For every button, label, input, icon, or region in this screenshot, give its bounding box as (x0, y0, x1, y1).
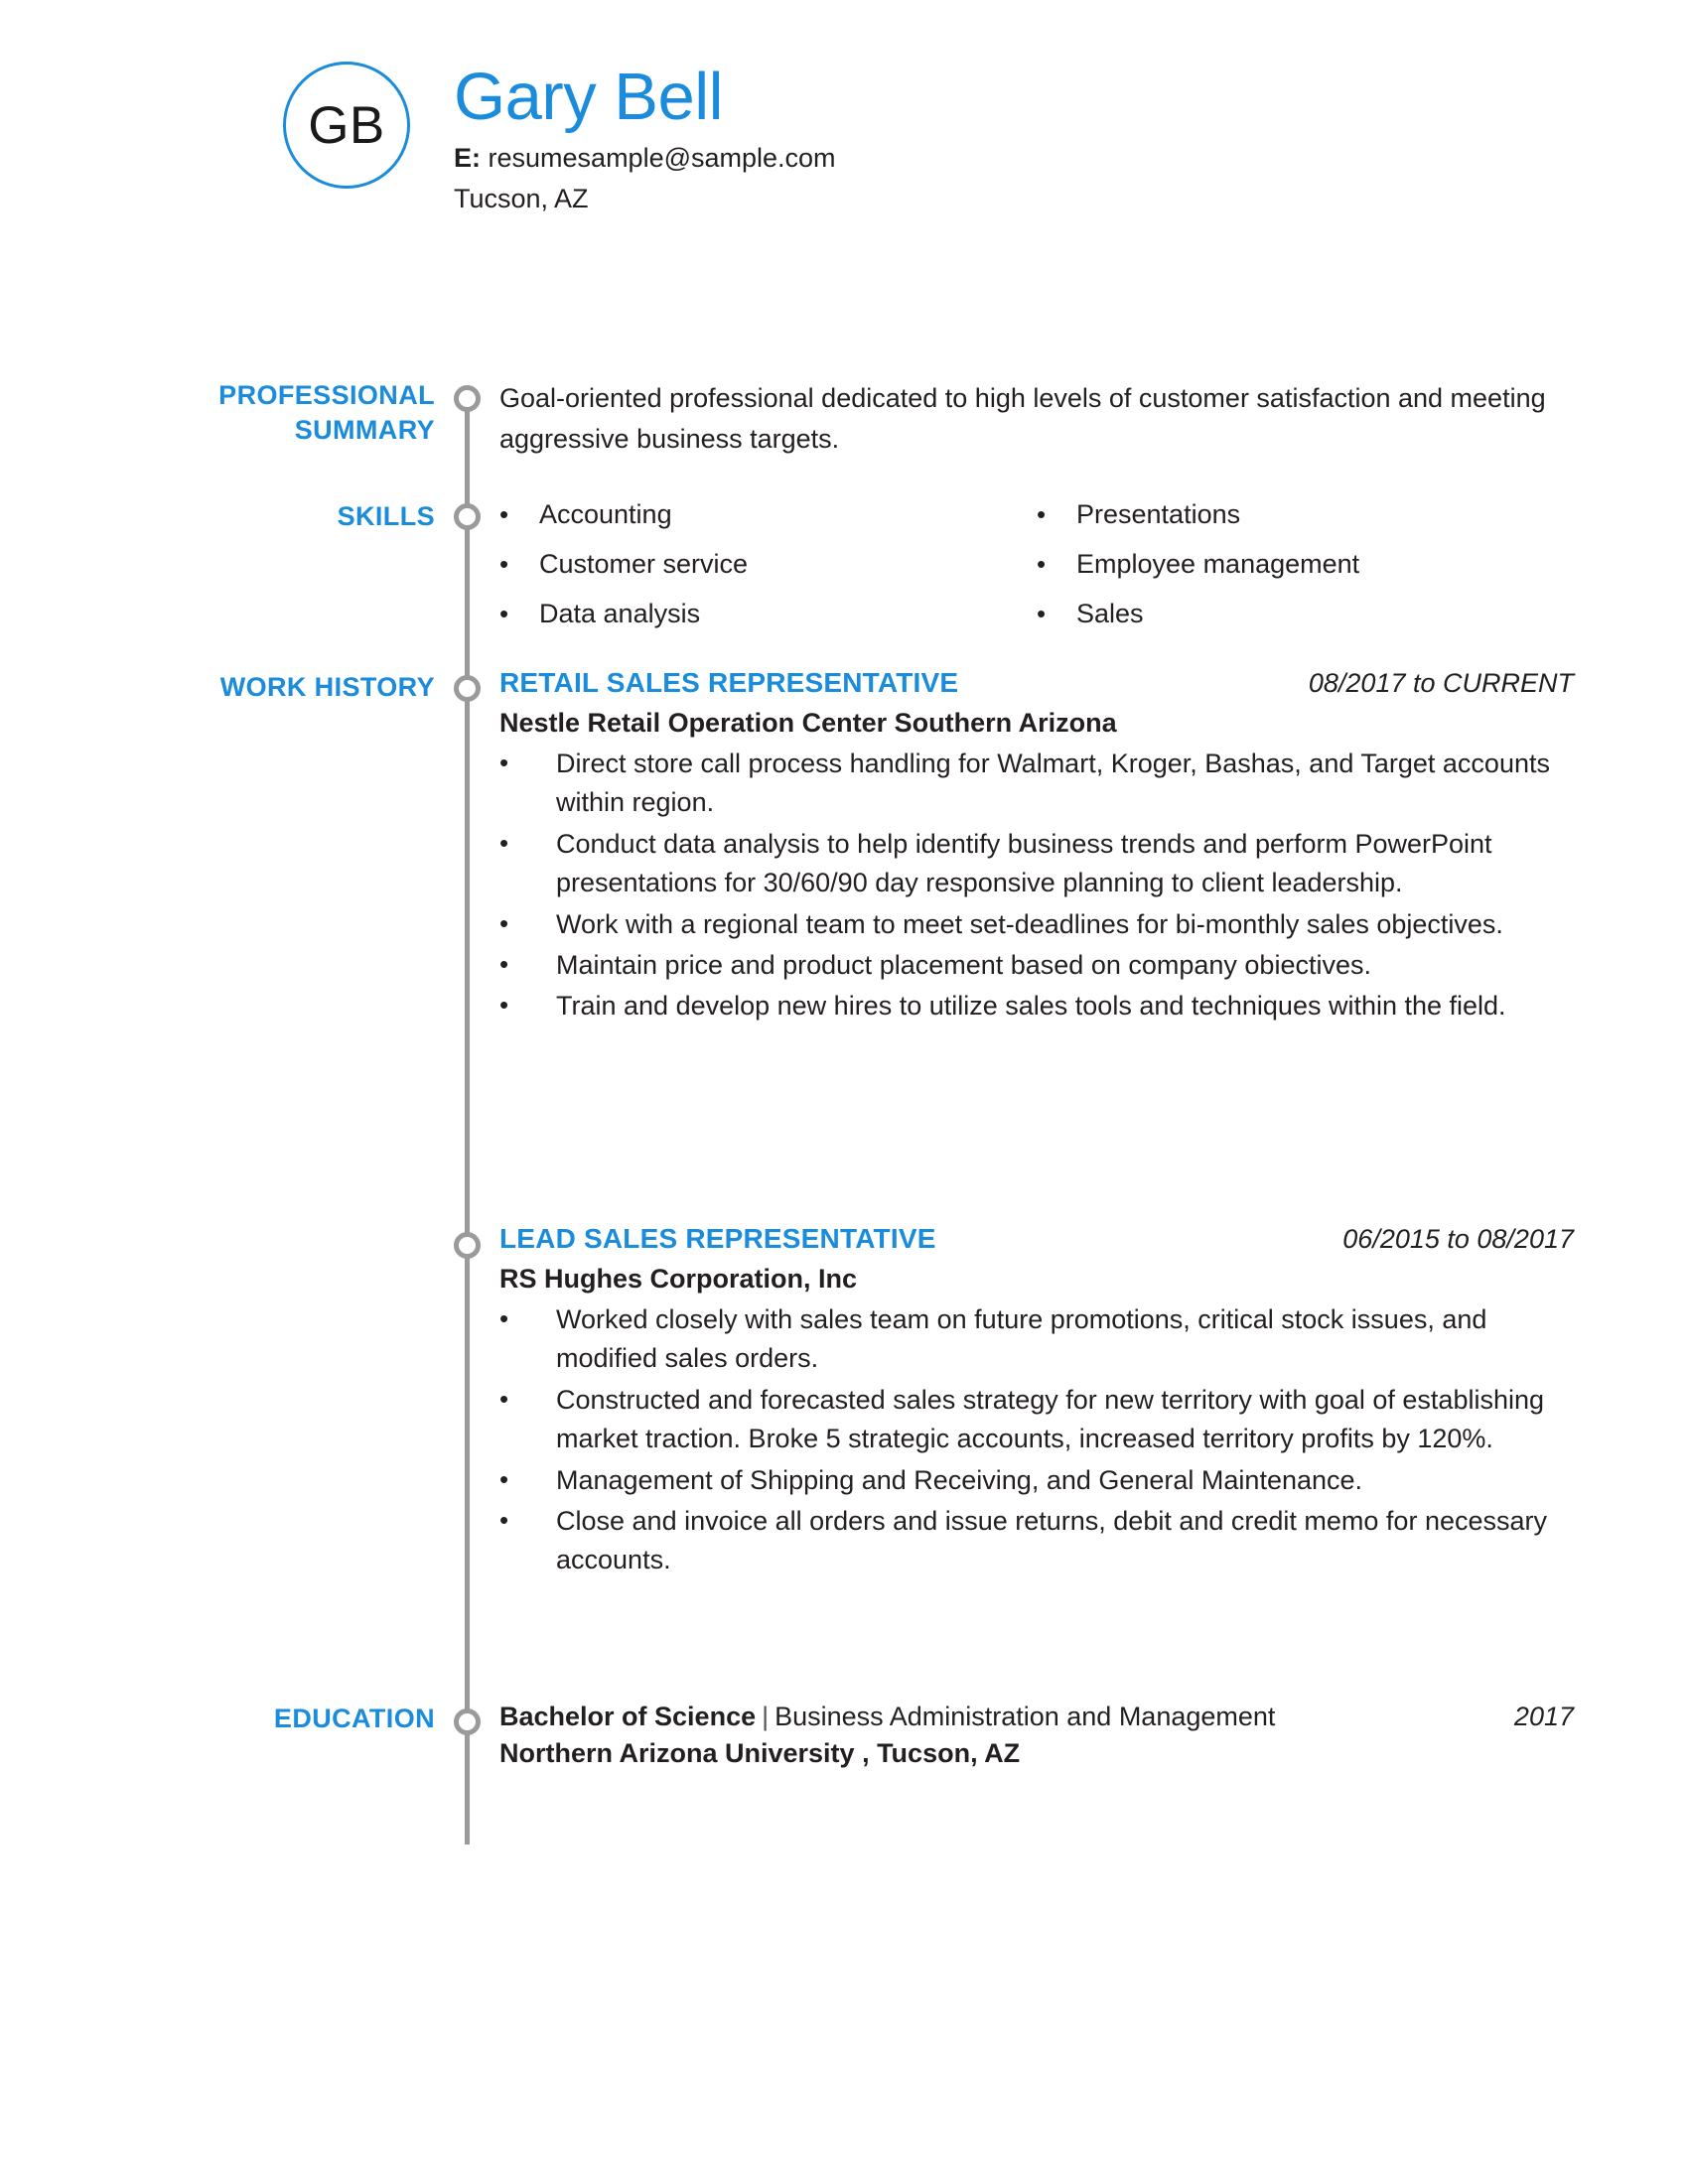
bullet-icon: • (499, 548, 509, 579)
job-dates: 08/2017 to CURRENT (1308, 668, 1574, 698)
contact-email-line: E: resumesample@sample.com (454, 139, 836, 177)
bullet-text: Work with a regional team to meet set-de… (556, 908, 1503, 939)
list-item: • Work with a regional team to meet set-… (499, 905, 1574, 944)
bullet-icon: • (499, 827, 509, 858)
list-item: • Constructed and forecasted sales strat… (499, 1381, 1574, 1459)
job-dates: 06/2015 to 08/2017 (1342, 1224, 1574, 1254)
section-label-education: EDUCATION (273, 1704, 435, 1733)
timeline-node-education (454, 1708, 481, 1735)
avatar-initials: GB (308, 95, 385, 155)
list-item: • Close and invoice all orders and issue… (499, 1502, 1574, 1580)
bullet-icon: • (499, 748, 509, 777)
section-body-professional-summary: Goal-oriented professional dedicated to … (499, 378, 1574, 459)
contact-location-line: Tucson, AZ (454, 183, 589, 213)
bullet-icon: • (499, 990, 509, 1021)
bullet-text: Conduct data analysis to help identify b… (556, 828, 1492, 898)
timeline-node-work-history (454, 675, 481, 702)
section-body-education: Bachelor of Science | Business Administrat… (499, 1702, 1574, 1769)
skill-label: Employee management (1076, 548, 1360, 579)
bullet-icon: • (1037, 548, 1047, 579)
job-title: LEAD SALES REPRESENTATIVE (499, 1223, 936, 1254)
bullet-icon: • (499, 499, 509, 529)
bullet-icon: • (499, 598, 509, 628)
skill-label: Customer service (539, 548, 749, 579)
section-label-professional-summary: PROFESSIONAL SUMMARY (218, 380, 435, 445)
skills-column-right: • Presentations • Employee management • … (1037, 499, 1574, 648)
bullet-text: Management of Shipping and Receiving, an… (556, 1464, 1363, 1495)
education-field: Business Administration and Management (774, 1702, 1276, 1731)
email-value: resumesample@sample.com (488, 143, 836, 174)
job-company: RS Hughes Corporation, Inc (499, 1264, 858, 1294)
list-item: • Maintain price and product placement b… (499, 946, 1574, 985)
job-bullets: • Worked closely with sales team on futu… (499, 1300, 1574, 1580)
bullet-icon: • (499, 1383, 509, 1414)
job-company: Nestle Retail Operation Center Southern … (499, 708, 1117, 738)
bullet-icon: • (1037, 499, 1047, 529)
skill-label: Presentations (1076, 499, 1241, 529)
list-item: • Data analysis (499, 599, 1037, 630)
bullet-text: Train and develop new hires to utilize s… (556, 991, 1506, 1022)
job-header: LEAD SALES REPRESENTATIVE 06/2015 to 08/… (499, 1223, 1574, 1255)
bullet-text: Maintain price and product placement bas… (556, 950, 1371, 981)
list-item: • Worked closely with sales team on futu… (499, 1300, 1574, 1379)
bullet-text: Direct store call process handling for W… (556, 749, 1550, 818)
timeline-node-summary (454, 385, 481, 412)
list-item: • Train and develop new hires to utilize… (499, 987, 1574, 1025)
education-degree: Bachelor of Science (499, 1702, 757, 1731)
resume-header: GB Gary Bell E: resumesample@sample.com … (283, 62, 836, 217)
skill-label: Data analysis (539, 598, 701, 628)
resume-page: GB Gary Bell E: resumesample@sample.com … (0, 0, 1688, 2184)
list-item: • Conduct data analysis to help identify… (499, 825, 1574, 903)
list-item: • Sales (1037, 599, 1574, 630)
list-item: • Direct store call process handling for… (499, 745, 1574, 823)
bullet-icon: • (1037, 598, 1047, 628)
job-bullets: • Direct store call process handling for… (499, 745, 1574, 1026)
list-item: • Customer service (499, 549, 1037, 581)
skill-label: Accounting (539, 499, 672, 529)
section-body-work-history-job-1: RETAIL SALES REPRESENTATIVE 08/2017 to C… (499, 667, 1574, 1028)
list-item: • Management of Shipping and Receiving, … (499, 1461, 1574, 1500)
bullet-text: Close and invoice all orders and issue r… (556, 1506, 1547, 1575)
timeline-rail (465, 387, 470, 1844)
header-text-block: Gary Bell E: resumesample@sample.com Tuc… (454, 62, 836, 217)
education-year: 2017 (1513, 1702, 1574, 1731)
bullet-icon: • (499, 949, 509, 980)
job-title: RETAIL SALES REPRESENTATIVE (499, 667, 959, 698)
education-separator: | (762, 1702, 770, 1731)
bullet-icon: • (499, 1463, 509, 1494)
skills-column-left: • Accounting • Customer service • Data a… (499, 499, 1037, 648)
bullet-text: Constructed and forecasted sales strateg… (556, 1384, 1545, 1454)
education-degree-line: Bachelor of Science | Business Administrat… (499, 1702, 1275, 1732)
section-label-skills: SKILLS (337, 501, 435, 531)
skill-label: Sales (1076, 598, 1144, 628)
bullet-icon: • (499, 1505, 509, 1536)
section-label-work-history: WORK HISTORY (219, 672, 435, 702)
list-item: • Accounting (499, 499, 1037, 531)
education-school: Northern Arizona University , Tucson, AZ (499, 1738, 1021, 1768)
list-item: • Presentations (1037, 499, 1574, 531)
avatar: GB (283, 62, 410, 189)
professional-summary-text: Goal-oriented professional dedicated to … (499, 383, 1546, 454)
education-row: Bachelor of Science | Business Administrat… (499, 1702, 1574, 1732)
timeline-node-job-2 (454, 1232, 481, 1259)
bullet-icon: • (499, 907, 509, 938)
page-title: Gary Bell (454, 60, 724, 134)
section-body-work-history-job-2: LEAD SALES REPRESENTATIVE 06/2015 to 08/… (499, 1223, 1574, 1582)
bullet-icon: • (499, 1303, 509, 1333)
section-body-skills: • Accounting • Customer service • Data a… (499, 499, 1574, 648)
bullet-text: Worked closely with sales team on future… (556, 1304, 1487, 1374)
list-item: • Employee management (1037, 549, 1574, 581)
email-label: E: (454, 143, 481, 174)
skills-grid: • Accounting • Customer service • Data a… (499, 499, 1574, 648)
job-header: RETAIL SALES REPRESENTATIVE 08/2017 to C… (499, 667, 1574, 699)
timeline-node-skills (454, 503, 481, 530)
